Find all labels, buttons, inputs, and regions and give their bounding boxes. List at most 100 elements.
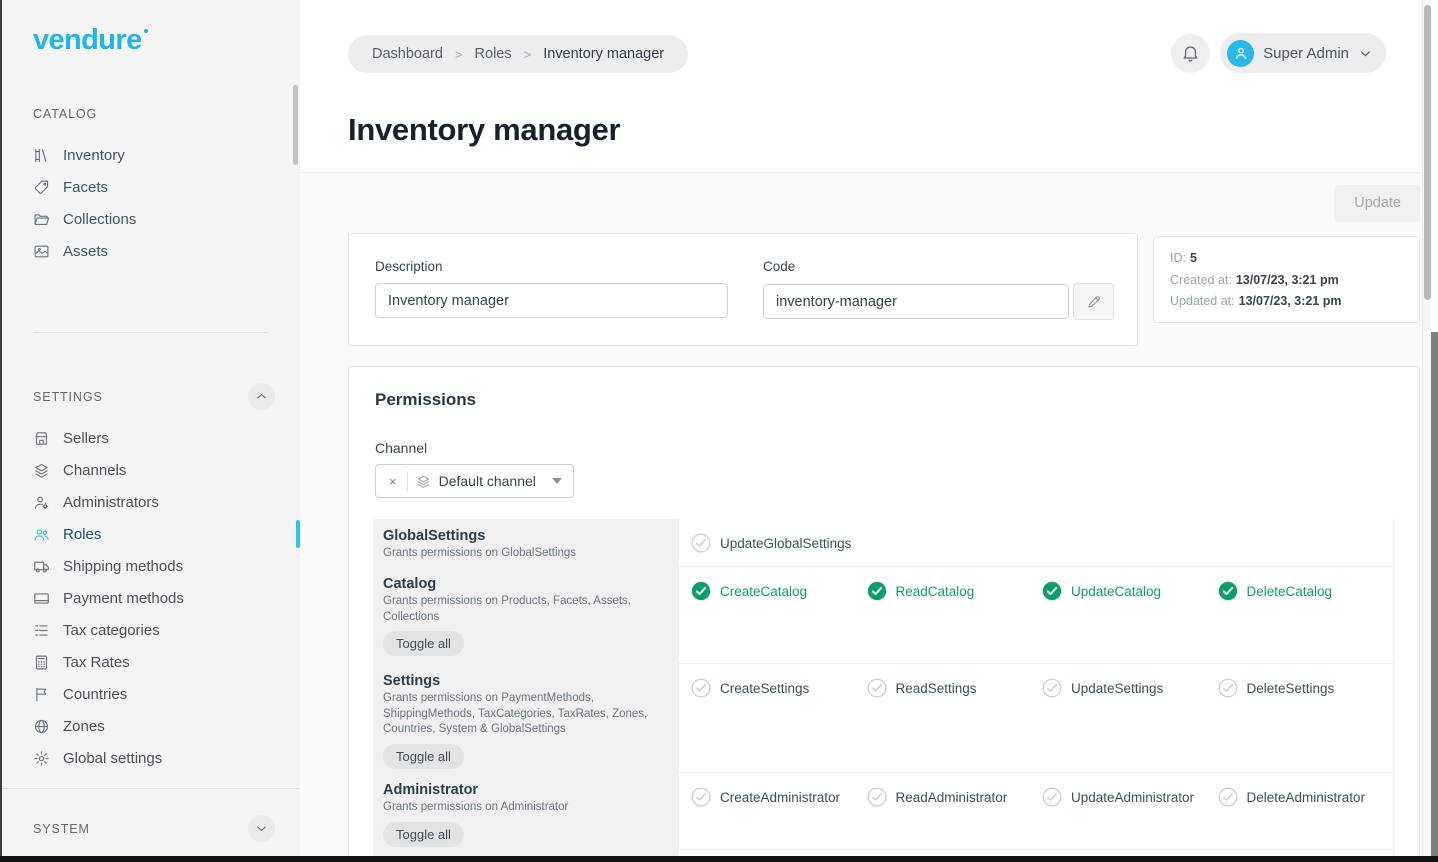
caret-down-icon — [552, 478, 562, 484]
permission-createadministrator[interactable]: CreateAdministrator — [691, 787, 867, 807]
sidebar-item-roles[interactable]: Roles — [0, 518, 300, 550]
permission-group-settings: SettingsGrants permissions on PaymentMet… — [373, 664, 1393, 773]
permission-group-info: AdministratorGrants permissions on Admin… — [373, 773, 679, 850]
main-scrollbar-thumb[interactable] — [1424, 5, 1431, 300]
role-detail-card: Description Code — [348, 233, 1138, 346]
permission-updateglobalsettings[interactable]: UpdateGlobalSettings — [691, 533, 867, 553]
toggle-all-administrator-button[interactable]: Toggle all — [383, 822, 464, 847]
window-scrollbar-thumb[interactable] — [1431, 332, 1438, 856]
update-button[interactable]: Update — [1335, 185, 1420, 221]
sidebar-item-global-settings[interactable]: Global settings — [0, 742, 300, 774]
shipping-methods-icon — [33, 558, 50, 575]
permission-updatesettings[interactable]: UpdateSettings — [1042, 678, 1218, 698]
sidebar-item-label: Countries — [63, 686, 127, 703]
permission-deletecatalog[interactable]: DeleteCatalog — [1218, 581, 1394, 601]
permission-updateadministrator[interactable]: UpdateAdministrator — [1042, 787, 1218, 807]
edit-code-button[interactable] — [1073, 283, 1114, 320]
collapse-settings-button[interactable] — [248, 383, 275, 410]
channel-select[interactable]: × Default channel — [375, 464, 574, 498]
sidebar-item-label: Inventory — [63, 147, 125, 164]
permission-label: ReadAdministrator — [896, 790, 1008, 805]
permission-readsettings[interactable]: ReadSettings — [867, 678, 1043, 698]
user-menu[interactable]: Super Admin — [1220, 33, 1386, 73]
user-name: Super Admin — [1263, 45, 1349, 62]
page-title: Inventory manager — [348, 112, 620, 148]
permission-group-name: Administrator — [383, 782, 665, 798]
vendure-logo[interactable]: vendure — [33, 24, 148, 57]
sidebar-item-shipping-methods[interactable]: Shipping methods — [0, 550, 300, 582]
window-left-edge — [0, 0, 2, 862]
notifications-button[interactable] — [1171, 34, 1210, 73]
checkbox-unchecked-icon — [1218, 678, 1238, 698]
main-scrollbar-track[interactable] — [1422, 0, 1431, 862]
sidebar-divider — [33, 332, 268, 333]
content-area: Update Description Code — [300, 172, 1438, 862]
top-bar: Dashboard>Roles>Inventory manager Super … — [300, 0, 1438, 172]
permission-deleteadministrator[interactable]: DeleteAdministrator — [1218, 787, 1394, 807]
nav-section-system: SYSTEM — [0, 815, 300, 842]
permission-readcatalog[interactable]: ReadCatalog — [867, 581, 1043, 601]
remove-channel-button[interactable]: × — [387, 474, 399, 489]
sidebar-item-label: Payment methods — [63, 590, 184, 607]
assets-icon — [33, 243, 50, 260]
sidebar-item-tax-rates[interactable]: Tax Rates — [0, 646, 300, 678]
sidebar-item-collections[interactable]: Collections — [0, 203, 300, 235]
select-divider — [407, 471, 408, 491]
description-field-group: Description — [375, 259, 728, 320]
permission-group-description: Grants permissions on PaymentMethods, Sh… — [383, 691, 665, 738]
description-label: Description — [375, 259, 728, 274]
breadcrumb-separator: > — [455, 47, 463, 62]
permission-updatecatalog[interactable]: UpdateCatalog — [1042, 581, 1218, 601]
code-label: Code — [763, 259, 1114, 274]
permission-createsettings[interactable]: CreateSettings — [691, 678, 867, 698]
permission-label: UpdateSettings — [1071, 681, 1163, 696]
top-actions: Super Admin — [1171, 33, 1386, 73]
sidebar-item-assets[interactable]: Assets — [0, 235, 300, 267]
permission-label: ReadCatalog — [896, 584, 975, 599]
sidebar-item-administrators[interactable]: Administrators — [0, 486, 300, 518]
permission-readadministrator[interactable]: ReadAdministrator — [867, 787, 1043, 807]
sidebar-item-countries[interactable]: Countries — [0, 678, 300, 710]
roles-icon — [33, 526, 50, 543]
sidebar-item-label: Assets — [63, 243, 108, 260]
permissions-card: Permissions Channel × Default channel Gl… — [348, 366, 1420, 862]
entity-created-row: Created at:13/07/23, 3:21 pm — [1170, 270, 1403, 292]
collapse-system-button[interactable] — [248, 815, 275, 842]
permission-group-administrator: AdministratorGrants permissions on Admin… — [373, 773, 1393, 850]
sidebar-item-payment-methods[interactable]: Payment methods — [0, 582, 300, 614]
inventory-icon — [33, 147, 50, 164]
permission-createcatalog[interactable]: CreateCatalog — [691, 581, 867, 601]
sidebar-scrollbar-thumb[interactable] — [293, 85, 298, 165]
code-input[interactable] — [763, 284, 1069, 319]
administrators-icon — [33, 494, 50, 511]
breadcrumb-roles[interactable]: Roles — [475, 46, 512, 62]
sidebar-item-facets[interactable]: Facets — [0, 171, 300, 203]
code-field-group: Code — [763, 259, 1114, 320]
sidebar-item-inventory[interactable]: Inventory — [0, 139, 300, 171]
sidebar-item-label: Facets — [63, 179, 108, 196]
sellers-icon — [33, 430, 50, 447]
breadcrumb-dashboard[interactable]: Dashboard — [372, 46, 443, 62]
permission-label: CreateSettings — [720, 681, 809, 696]
payment-methods-icon — [33, 590, 50, 607]
sidebar-item-sellers[interactable]: Sellers — [0, 422, 300, 454]
window-scrollbar-track[interactable] — [1431, 0, 1438, 862]
permission-group-name: GlobalSettings — [383, 528, 665, 544]
permission-label: DeleteAdministrator — [1247, 790, 1366, 805]
sidebar-item-channels[interactable]: Channels — [0, 454, 300, 486]
collections-icon — [33, 211, 50, 228]
description-input[interactable] — [375, 283, 728, 318]
permission-group-description: Grants permissions on Products, Facets, … — [383, 594, 665, 625]
toggle-all-settings-button[interactable]: Toggle all — [383, 744, 464, 769]
sidebar-item-zones[interactable]: Zones — [0, 710, 300, 742]
sidebar-item-label: Global settings — [63, 750, 162, 767]
permission-label: CreateCatalog — [720, 584, 807, 599]
permission-deletesettings[interactable]: DeleteSettings — [1218, 678, 1394, 698]
checkbox-unchecked-icon — [691, 678, 711, 698]
sidebar-item-tax-categories[interactable]: Tax categories — [0, 614, 300, 646]
sidebar-item-label: Tax categories — [63, 622, 160, 639]
entity-updated-row: Updated at:13/07/23, 3:21 pm — [1170, 291, 1403, 313]
window-bottom-edge — [0, 856, 1438, 862]
sidebar-divider — [0, 788, 300, 789]
toggle-all-catalog-button[interactable]: Toggle all — [383, 631, 464, 656]
